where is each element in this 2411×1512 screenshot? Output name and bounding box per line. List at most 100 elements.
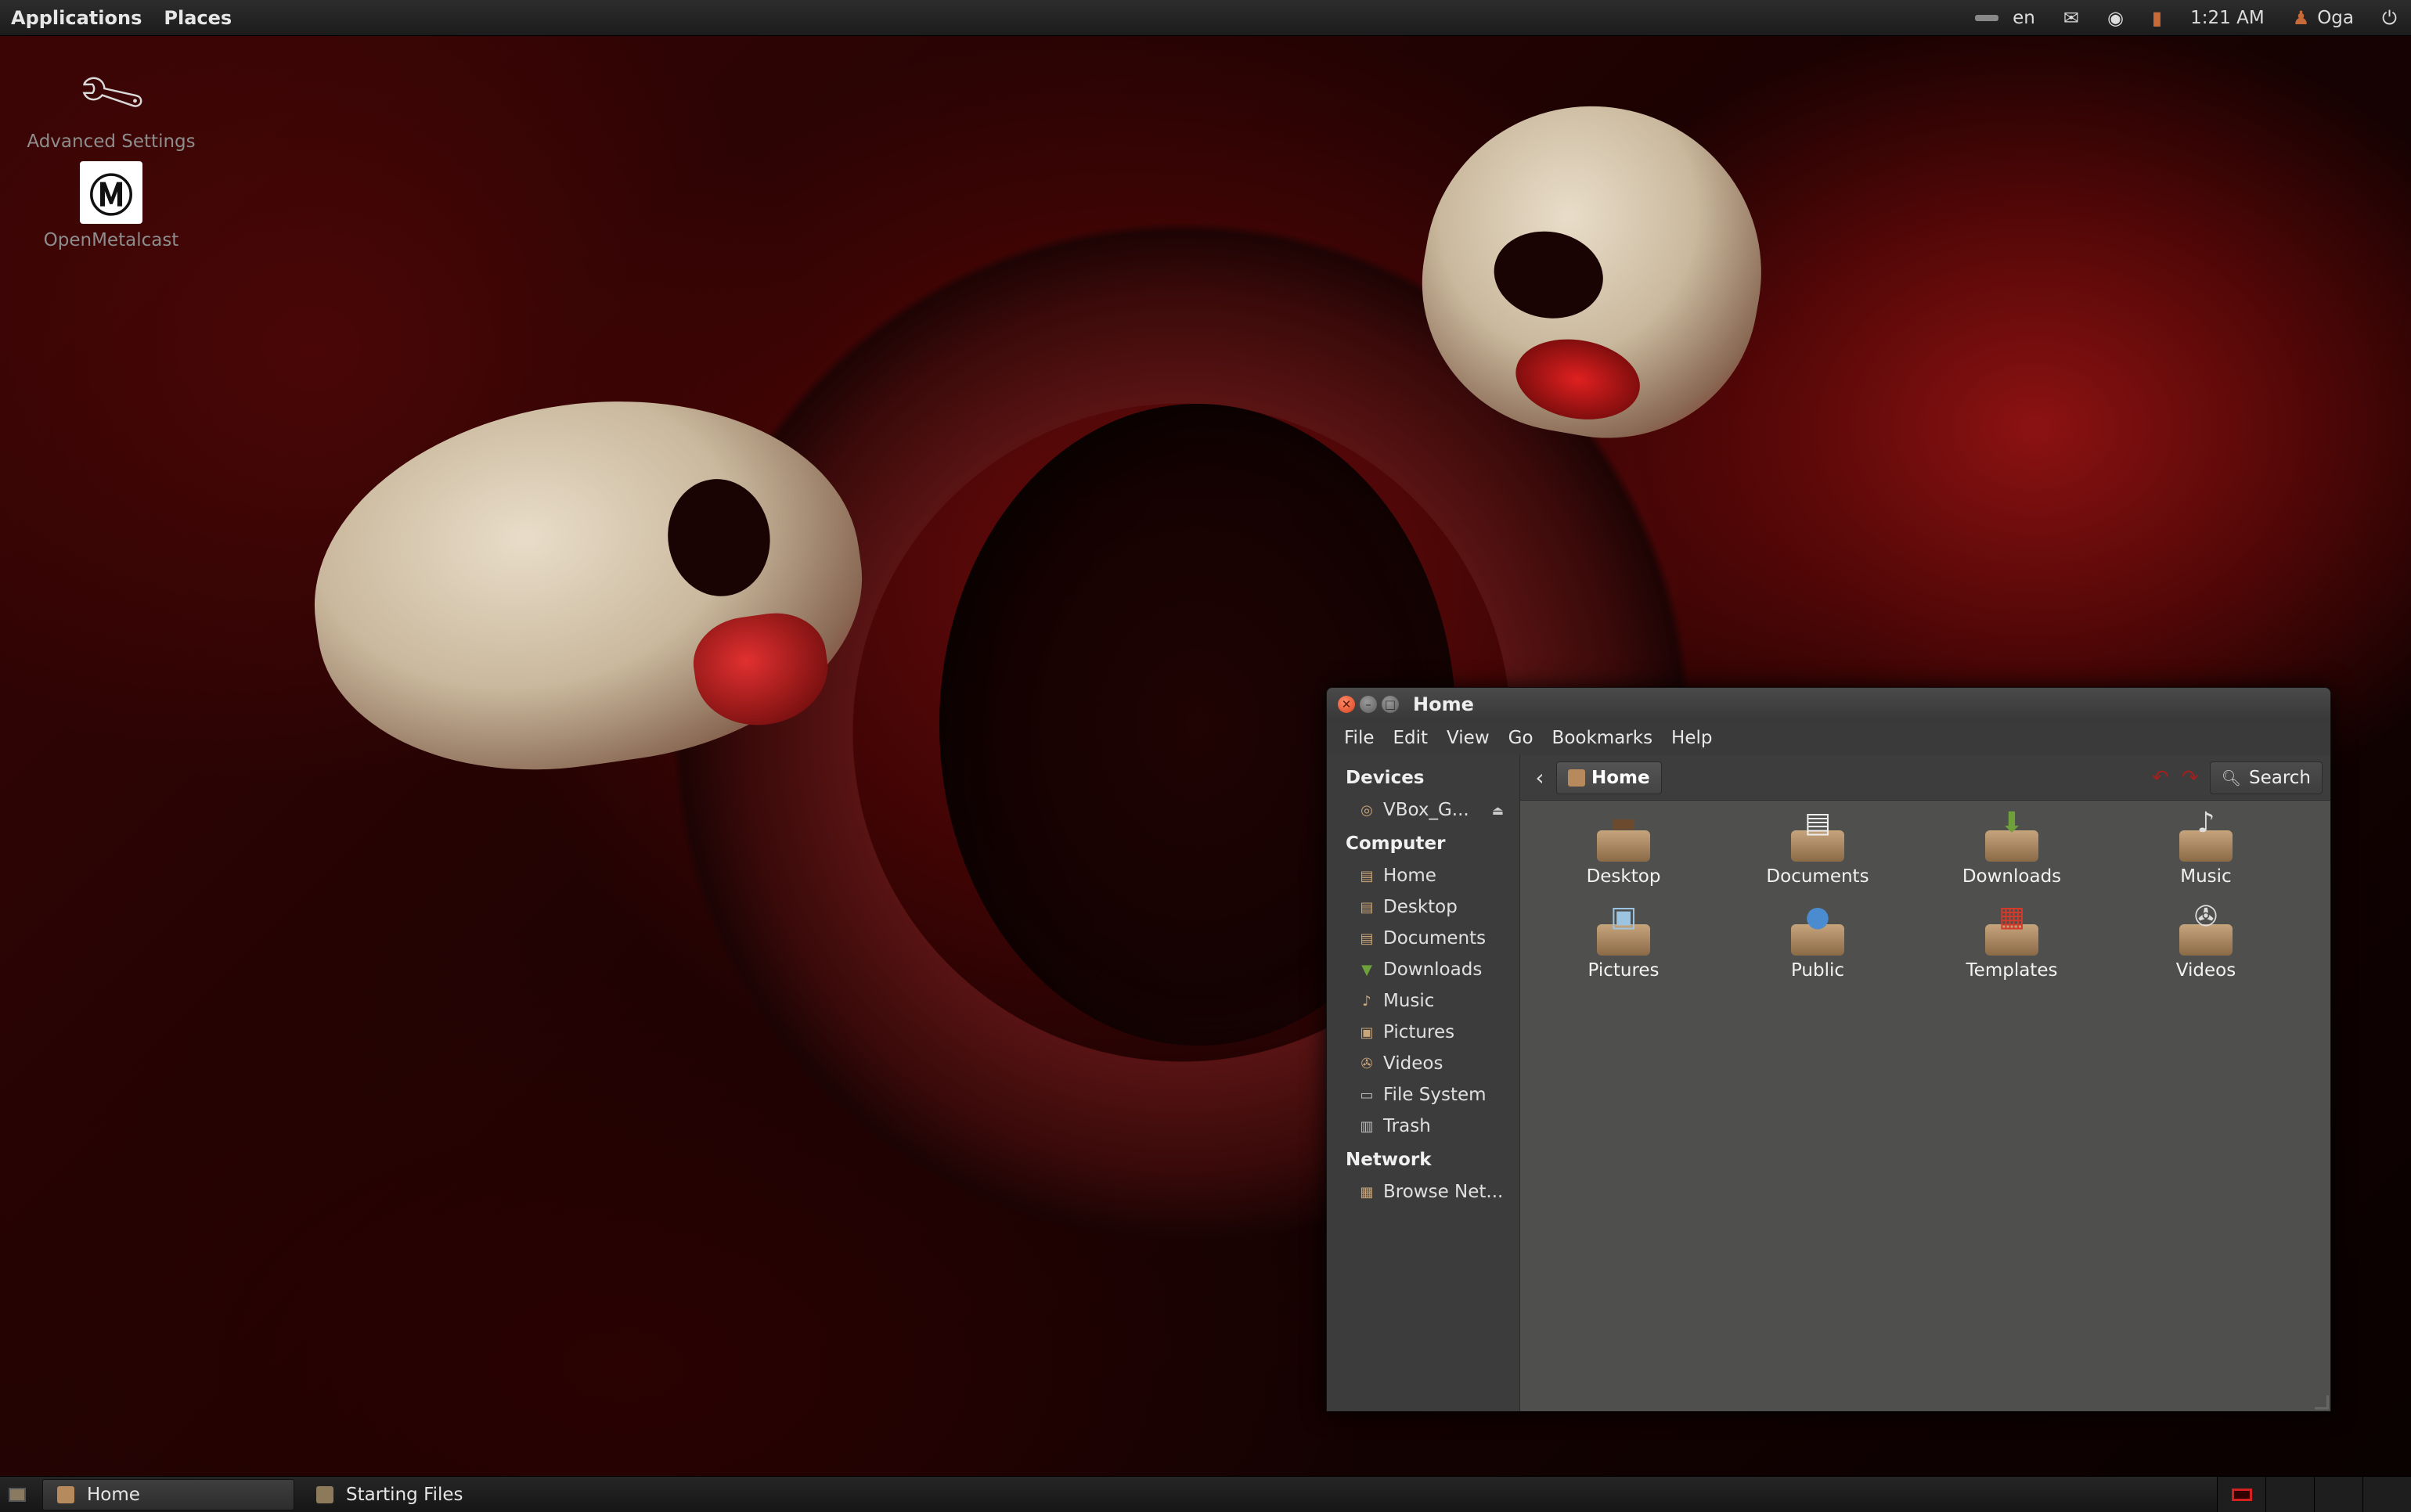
file-manager-icon [316,1485,333,1503]
taskbar-item-label: Home [87,1484,140,1505]
window-body: Devices ◎ VBox_G... ⏏ Computer ▤ Home ▤ … [1327,755,2330,1411]
sidebar-item-label: Trash [1383,1116,1431,1136]
search-icon: 🔍︎ [2221,768,2241,787]
documents-folder-icon: ▤ [1788,805,1847,862]
sidebar-item-vbox[interactable]: ◎ VBox_G... ⏏ [1327,794,1519,826]
search-button[interactable]: 🔍︎ Search [2209,761,2323,794]
sidebar-header-devices: Devices [1346,768,1425,788]
taskbar-item-starting-files[interactable]: Starting Files [302,1479,554,1510]
file-item-public[interactable]: ● Public [1721,899,1915,981]
wrench-icon: 🔧︎ [70,53,153,134]
workspace-4[interactable] [2362,1477,2411,1512]
user-menu[interactable]: ♟ Oga [2279,0,2368,36]
pictures-folder-icon: ▣ [1594,899,1653,956]
menu-edit[interactable]: Edit [1384,728,1438,748]
power-icon: ⏻ [2382,7,2397,29]
taskbar-item-label: Starting Files [346,1484,463,1505]
desktop-folder-icon: ▤ [1360,898,1374,916]
trash-icon: ▥ [1360,1118,1374,1135]
resize-grip[interactable] [2315,1395,2329,1409]
file-manager-window: ✕ – □ Home File Edit View Go Bookmarks H… [1326,687,2331,1412]
workspace-1[interactable] [2217,1477,2265,1512]
close-button[interactable]: ✕ [1338,696,1355,713]
search-label: Search [2248,767,2311,788]
downloads-folder-icon: ▼ [1361,961,1372,978]
sidebar-item-label: Home [1383,866,1436,886]
sidebar-item-videos[interactable]: ✇ Videos [1327,1048,1519,1079]
top-panel: Applications Places en ✉ ◉ ▮ 1:21 AM ♟ O… [0,0,2411,36]
bottom-panel: Home Starting Files [0,1476,2411,1512]
keyboard-indicator[interactable]: en [1961,0,2049,36]
home-folder-icon [57,1485,74,1503]
desktop-icon-label: Advanced Settings [27,131,196,152]
clock[interactable]: 1:21 AM [2176,0,2279,36]
menu-go[interactable]: Go [1499,728,1543,748]
breadcrumb-home[interactable]: Home [1556,761,1662,794]
workspace-3[interactable] [2314,1477,2362,1512]
taskbar-item-home[interactable]: Home [42,1478,294,1510]
sidebar-item-documents[interactable]: ▤ Documents [1327,923,1519,954]
power-indicator[interactable]: ▮ [2138,0,2176,36]
breadcrumb-label: Home [1591,767,1650,788]
sidebar-item-downloads[interactable]: ▼ Downloads [1327,954,1519,985]
documents-folder-icon: ▤ [1360,930,1374,947]
window-title: Home [1413,693,1474,715]
places-menu[interactable]: Places [153,0,243,36]
location-toolbar: ‹ Home ↶ ↷ 🔍︎ Search [1520,755,2330,801]
cdrom-icon: ◎ [1360,801,1373,819]
sidebar-item-filesystem[interactable]: ▭ File System [1327,1079,1519,1111]
file-item-desktop[interactable]: ▬ Desktop [1526,805,1721,887]
sidebar-item-browse-network[interactable]: ▦ Browse Net... [1327,1176,1519,1208]
sidebar-item-label: Downloads [1383,959,1483,980]
network-indicator[interactable]: ◉ [2093,0,2138,36]
file-item-downloads[interactable]: ⬇ Downloads [1915,805,2109,887]
menu-file[interactable]: File [1335,728,1384,748]
videos-folder-icon: ✇ [1360,1055,1373,1072]
menu-view[interactable]: View [1437,728,1499,748]
user-icon: ♟ [2292,7,2310,29]
skull-jaw [1509,329,1647,429]
videos-folder-icon: ✇ [2176,899,2236,956]
openmetalcast-logo-icon: Ⓜ [80,161,142,224]
sidebar-item-label: Videos [1383,1053,1443,1074]
sidebar-item-trash[interactable]: ▥ Trash [1327,1111,1519,1142]
sidebar-item-label: VBox_G... [1383,800,1469,820]
file-item-pictures[interactable]: ▣ Pictures [1526,899,1721,981]
menu-help[interactable]: Help [1662,728,1721,748]
breadcrumb-back-button[interactable]: ‹ [1528,765,1551,790]
file-item-label: Downloads [1962,866,2062,887]
show-desktop-button[interactable] [0,1477,34,1512]
show-desktop-icon [9,1487,26,1502]
maximize-button[interactable]: □ [1382,696,1399,713]
forward-arrow-icon[interactable]: ↷ [2182,766,2199,790]
minimize-button[interactable]: – [1360,696,1377,713]
filesystem-icon: ▭ [1360,1086,1374,1103]
home-folder-icon: ▤ [1360,867,1374,884]
file-grid: ▬ Desktop ▤ Documents ⬇ Downloads ♪ Musi… [1520,805,2326,981]
sidebar-item-pictures[interactable]: ▣ Pictures [1327,1017,1519,1048]
eject-icon[interactable]: ⏏ [1492,803,1504,818]
sidebar-item-desktop[interactable]: ▤ Desktop [1327,891,1519,923]
desktop-icon-advanced-settings[interactable]: 🔧︎ Advanced Settings [17,53,205,152]
file-item-music[interactable]: ♪ Music [2109,805,2303,887]
window-titlebar[interactable]: ✕ – □ Home [1327,688,2330,721]
file-item-label: Public [1790,960,1845,981]
file-item-videos[interactable]: ✇ Videos [2109,899,2303,981]
desktop-icon-openmetalcast[interactable]: Ⓜ OpenMetalcast [17,161,205,250]
back-arrow-icon[interactable]: ↶ [2152,766,2169,790]
keyboard-icon [1975,15,1999,21]
toolbar-right: ↶ ↷ 🔍︎ Search [2146,761,2323,794]
workspace-2[interactable] [2265,1477,2314,1512]
session-indicator[interactable]: ⏻ [2368,0,2411,36]
applications-menu[interactable]: Applications [0,0,153,36]
file-item-label: Desktop [1586,866,1661,887]
file-item-templates[interactable]: ▦ Templates [1915,899,2109,981]
envelope-icon: ✉ [2063,7,2079,29]
sidebar-item-music[interactable]: ♪ Music [1327,985,1519,1017]
file-item-documents[interactable]: ▤ Documents [1721,805,1915,887]
menu-bookmarks[interactable]: Bookmarks [1543,728,1663,748]
messaging-indicator[interactable]: ✉ [2049,0,2093,36]
sidebar-header-network: Network [1346,1150,1432,1170]
sidebar-item-home[interactable]: ▤ Home [1327,860,1519,891]
templates-folder-icon: ▦ [1982,899,2042,956]
